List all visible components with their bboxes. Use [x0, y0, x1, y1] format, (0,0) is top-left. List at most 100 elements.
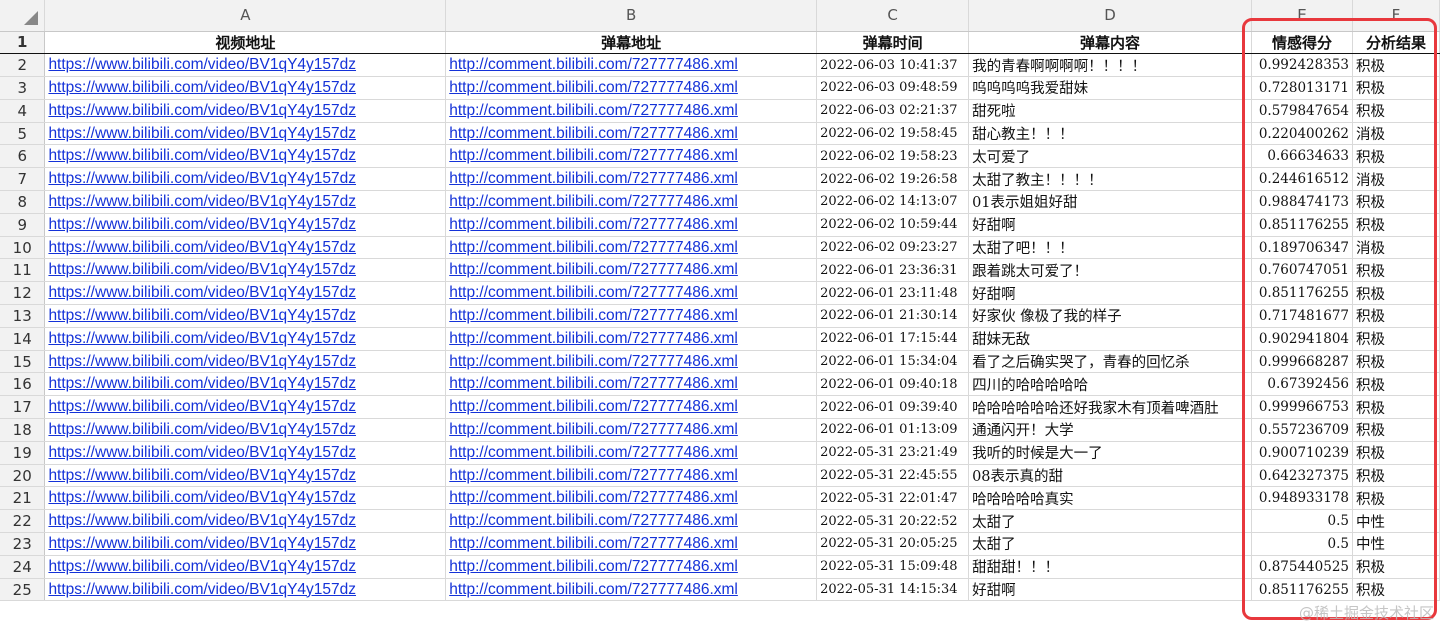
row-header[interactable]: 8 [0, 190, 46, 214]
row-header[interactable]: 2 [0, 53, 46, 78]
danmaku-url-cell[interactable]: http://comment.bilibili.com/727777486.xm… [445, 190, 818, 214]
row-header[interactable]: 22 [0, 509, 46, 534]
danmaku-url-cell[interactable]: http://comment.bilibili.com/727777486.xm… [445, 418, 818, 442]
video-url-cell[interactable]: https://www.bilibili.com/video/BV1qY4y15… [44, 372, 447, 397]
row-header[interactable]: 10 [0, 236, 46, 260]
sentiment-score-cell[interactable]: 0.717481677 [1251, 304, 1353, 328]
danmaku-content-cell[interactable]: 甜死啦 [968, 99, 1253, 123]
danmaku-url-cell[interactable]: http://comment.bilibili.com/727777486.xm… [445, 395, 818, 420]
danmaku-content-cell[interactable]: 太可爱了 [968, 144, 1253, 169]
danmaku-time-cell[interactable]: 2022-06-01 15:34:04 [816, 350, 970, 374]
sentiment-score-cell[interactable]: 0.67392456 [1251, 372, 1353, 397]
sentiment-score-cell[interactable]: 0.728013171 [1251, 76, 1353, 100]
row-header[interactable]: 7 [0, 167, 46, 192]
video-url-cell[interactable]: https://www.bilibili.com/video/BV1qY4y15… [44, 327, 447, 351]
row-header[interactable]: 3 [0, 76, 46, 100]
danmaku-url-cell[interactable]: http://comment.bilibili.com/727777486.xm… [445, 281, 818, 306]
row-header[interactable]: 13 [0, 304, 46, 328]
analysis-result-cell[interactable]: 积极 [1352, 281, 1440, 306]
sentiment-score-cell[interactable]: 0.5 [1251, 509, 1353, 534]
analysis-result-cell[interactable]: 积极 [1352, 486, 1440, 511]
analysis-result-cell[interactable]: 消极 [1352, 236, 1440, 260]
analysis-result-cell[interactable]: 积极 [1352, 190, 1440, 214]
danmaku-time-cell[interactable]: 2022-05-31 22:45:55 [816, 464, 970, 488]
header-cell-analysis-result[interactable]: 分析结果 [1352, 31, 1440, 55]
video-url-cell[interactable]: https://www.bilibili.com/video/BV1qY4y15… [44, 578, 447, 602]
sentiment-score-cell[interactable]: 0.875440525 [1251, 555, 1353, 579]
video-url-cell[interactable]: https://www.bilibili.com/video/BV1qY4y15… [44, 441, 447, 465]
analysis-result-cell[interactable]: 积极 [1352, 53, 1440, 78]
danmaku-content-cell[interactable]: 我的青春啊啊啊啊！！！！ [968, 53, 1253, 78]
video-url-cell[interactable]: https://www.bilibili.com/video/BV1qY4y15… [44, 532, 447, 556]
sentiment-score-cell[interactable]: 0.557236709 [1251, 418, 1353, 442]
danmaku-url-cell[interactable]: http://comment.bilibili.com/727777486.xm… [445, 213, 818, 237]
sentiment-score-cell[interactable]: 0.948933178 [1251, 486, 1353, 511]
video-url-cell[interactable]: https://www.bilibili.com/video/BV1qY4y15… [44, 99, 447, 123]
row-header[interactable]: 14 [0, 327, 46, 351]
danmaku-content-cell[interactable]: 通通闪开！大学 [968, 418, 1253, 442]
danmaku-content-cell[interactable]: 好甜啊 [968, 281, 1253, 306]
danmaku-time-cell[interactable]: 2022-05-31 15:09:48 [816, 555, 970, 579]
video-url-cell[interactable]: https://www.bilibili.com/video/BV1qY4y15… [44, 486, 447, 511]
danmaku-time-cell[interactable]: 2022-06-01 09:40:18 [816, 372, 970, 397]
analysis-result-cell[interactable]: 积极 [1352, 350, 1440, 374]
analysis-result-cell[interactable]: 消极 [1352, 122, 1440, 146]
analysis-result-cell[interactable]: 积极 [1352, 372, 1440, 397]
danmaku-url-cell[interactable]: http://comment.bilibili.com/727777486.xm… [445, 167, 818, 192]
danmaku-url-cell[interactable]: http://comment.bilibili.com/727777486.xm… [445, 532, 818, 556]
sentiment-score-cell[interactable]: 0.992428353 [1251, 53, 1353, 78]
danmaku-time-cell[interactable]: 2022-06-01 09:39:40 [816, 395, 970, 420]
danmaku-time-cell[interactable]: 2022-05-31 23:21:49 [816, 441, 970, 465]
header-cell-sentiment-score[interactable]: 情感得分 [1251, 31, 1353, 55]
danmaku-content-cell[interactable]: 哈哈哈哈哈哈还好我家木有顶着啤酒肚 [968, 395, 1253, 420]
danmaku-time-cell[interactable]: 2022-05-31 22:01:47 [816, 486, 970, 511]
danmaku-content-cell[interactable]: 好甜啊 [968, 213, 1253, 237]
analysis-result-cell[interactable]: 积极 [1352, 441, 1440, 465]
sentiment-score-cell[interactable]: 0.851176255 [1251, 213, 1353, 237]
row-header[interactable]: 15 [0, 350, 46, 374]
row-header[interactable]: 12 [0, 281, 46, 306]
row-header[interactable]: 16 [0, 372, 46, 397]
row-header[interactable]: 18 [0, 418, 46, 442]
danmaku-url-cell[interactable]: http://comment.bilibili.com/727777486.xm… [445, 327, 818, 351]
danmaku-content-cell[interactable]: 我听的时候是大一了 [968, 441, 1253, 465]
analysis-result-cell[interactable]: 积极 [1352, 578, 1440, 602]
sentiment-score-cell[interactable]: 0.851176255 [1251, 281, 1353, 306]
danmaku-content-cell[interactable]: 哈哈哈哈哈真实 [968, 486, 1253, 511]
sentiment-score-cell[interactable]: 0.220400262 [1251, 122, 1353, 146]
row-header[interactable]: 6 [0, 144, 46, 169]
header-cell-danmaku-url[interactable]: 弹幕地址 [445, 31, 818, 55]
danmaku-time-cell[interactable]: 2022-06-02 19:58:23 [816, 144, 970, 169]
video-url-cell[interactable]: https://www.bilibili.com/video/BV1qY4y15… [44, 167, 447, 192]
sentiment-score-cell[interactable]: 0.988474173 [1251, 190, 1353, 214]
video-url-cell[interactable]: https://www.bilibili.com/video/BV1qY4y15… [44, 213, 447, 237]
danmaku-content-cell[interactable]: 四川的哈哈哈哈哈 [968, 372, 1253, 397]
column-header-a[interactable]: A [44, 0, 447, 32]
video-url-cell[interactable]: https://www.bilibili.com/video/BV1qY4y15… [44, 122, 447, 146]
danmaku-url-cell[interactable]: http://comment.bilibili.com/727777486.xm… [445, 144, 818, 169]
sentiment-score-cell[interactable]: 0.900710239 [1251, 441, 1353, 465]
row-header[interactable]: 24 [0, 555, 46, 579]
danmaku-content-cell[interactable]: 呜呜呜呜我爱甜妹 [968, 76, 1253, 100]
sentiment-score-cell[interactable]: 0.189706347 [1251, 236, 1353, 260]
danmaku-time-cell[interactable]: 2022-06-01 21:30:14 [816, 304, 970, 328]
danmaku-content-cell[interactable]: 太甜了 [968, 509, 1253, 534]
danmaku-url-cell[interactable]: http://comment.bilibili.com/727777486.xm… [445, 509, 818, 534]
danmaku-time-cell[interactable]: 2022-05-31 20:22:52 [816, 509, 970, 534]
header-cell-video-url[interactable]: 视频地址 [44, 31, 447, 55]
video-url-cell[interactable]: https://www.bilibili.com/video/BV1qY4y15… [44, 509, 447, 534]
select-all-corner[interactable] [0, 0, 46, 32]
danmaku-content-cell[interactable]: 好甜啊 [968, 578, 1253, 602]
row-header[interactable]: 9 [0, 213, 46, 237]
danmaku-url-cell[interactable]: http://comment.bilibili.com/727777486.xm… [445, 372, 818, 397]
sentiment-score-cell[interactable]: 0.760747051 [1251, 258, 1353, 283]
column-header-f[interactable]: F [1352, 0, 1440, 32]
analysis-result-cell[interactable]: 消极 [1352, 167, 1440, 192]
sentiment-score-cell[interactable]: 0.999966753 [1251, 395, 1353, 420]
analysis-result-cell[interactable]: 积极 [1352, 418, 1440, 442]
danmaku-time-cell[interactable]: 2022-06-02 19:26:58 [816, 167, 970, 192]
danmaku-time-cell[interactable]: 2022-06-02 10:59:44 [816, 213, 970, 237]
row-header[interactable]: 4 [0, 99, 46, 123]
video-url-cell[interactable]: https://www.bilibili.com/video/BV1qY4y15… [44, 281, 447, 306]
danmaku-url-cell[interactable]: http://comment.bilibili.com/727777486.xm… [445, 258, 818, 283]
